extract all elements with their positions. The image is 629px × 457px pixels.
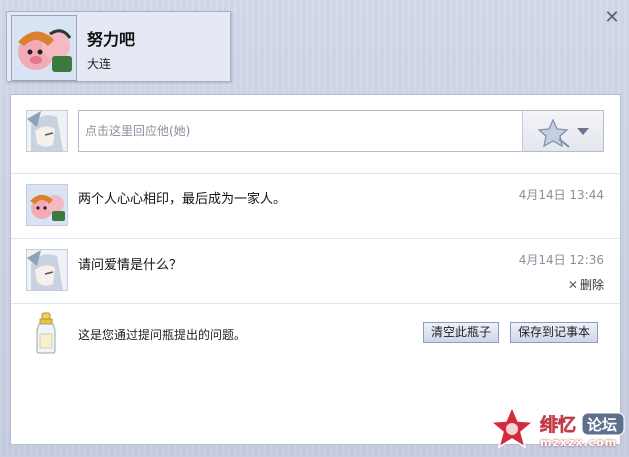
anime-avatar-icon (27, 111, 67, 151)
pig-avatar-icon (27, 185, 67, 225)
delete-label: 删除 (579, 278, 604, 292)
dialog-frame: ✕ 努力吧 大连 点击这里回应他(她) 两个人心心相印，最后成为一家人。 4月1… (0, 0, 629, 455)
anime-avatar-icon (27, 250, 67, 290)
user-card: 努力吧 大连 (6, 11, 231, 82)
message-avatar[interactable] (26, 249, 68, 291)
bottle-icon (36, 312, 56, 354)
chevron-down-icon (577, 128, 589, 135)
user-location: 大连 (87, 57, 112, 71)
bottle-panel: 两个人心心相印，最后成为一家人。 4月14日 13:44 请问爱情是什么？ 4月… (10, 94, 621, 445)
svg-text:绯忆: 绯忆 (540, 414, 576, 436)
close-icon: ✕ (604, 7, 620, 28)
save-to-notebook-button[interactable]: 保存到记事本 (510, 322, 599, 343)
message-avatar[interactable] (26, 184, 68, 226)
site-label: mzxzx.com (540, 436, 618, 449)
forum-watermark: 绯忆 论坛 mzxzx.com (489, 405, 626, 453)
user-name[interactable]: 努力吧 (87, 26, 135, 50)
message-time: 4月14日 13:44 (518, 188, 604, 202)
footer-text: 这是您通过提问瓶提出的问题。 (78, 328, 247, 342)
reply-box (78, 110, 604, 152)
user-avatar[interactable] (11, 15, 77, 81)
pig-avatar-icon (12, 16, 76, 80)
delete-button[interactable]: ✕ 删除 (568, 276, 604, 293)
divider (11, 303, 620, 304)
message-text: 请问爱情是什么？ (78, 258, 183, 273)
reply-input[interactable] (79, 111, 519, 151)
close-button[interactable]: ✕ (602, 8, 622, 28)
clear-bottle-button[interactable]: 清空此瓶子 (423, 322, 500, 343)
divider (11, 173, 620, 174)
magic-wand-icon (537, 118, 589, 148)
message-text: 两个人心心相印，最后成为一家人。 (78, 192, 287, 207)
message-time: 4月14日 12:36 (518, 253, 604, 267)
forum-label: 论坛 (587, 416, 618, 434)
emoji-picker-button[interactable] (522, 111, 603, 151)
close-icon: ✕ (567, 278, 578, 292)
divider (11, 238, 620, 239)
my-avatar (26, 110, 68, 152)
